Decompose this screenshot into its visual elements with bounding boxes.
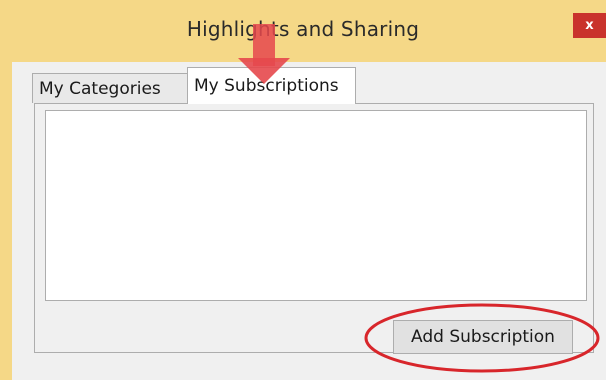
close-button[interactable]: x bbox=[573, 13, 606, 38]
tab-my-categories[interactable]: My Categories bbox=[32, 73, 188, 103]
title-bar[interactable]: Highlights and Sharing x bbox=[0, 0, 606, 62]
tab-my-subscriptions[interactable]: My Subscriptions bbox=[187, 67, 356, 104]
dialog-window: Highlights and Sharing x My Categories M… bbox=[0, 0, 606, 380]
subscriptions-list[interactable] bbox=[45, 110, 587, 301]
window-title: Highlights and Sharing bbox=[186, 17, 420, 41]
add-subscription-button[interactable]: Add Subscription bbox=[393, 320, 573, 354]
